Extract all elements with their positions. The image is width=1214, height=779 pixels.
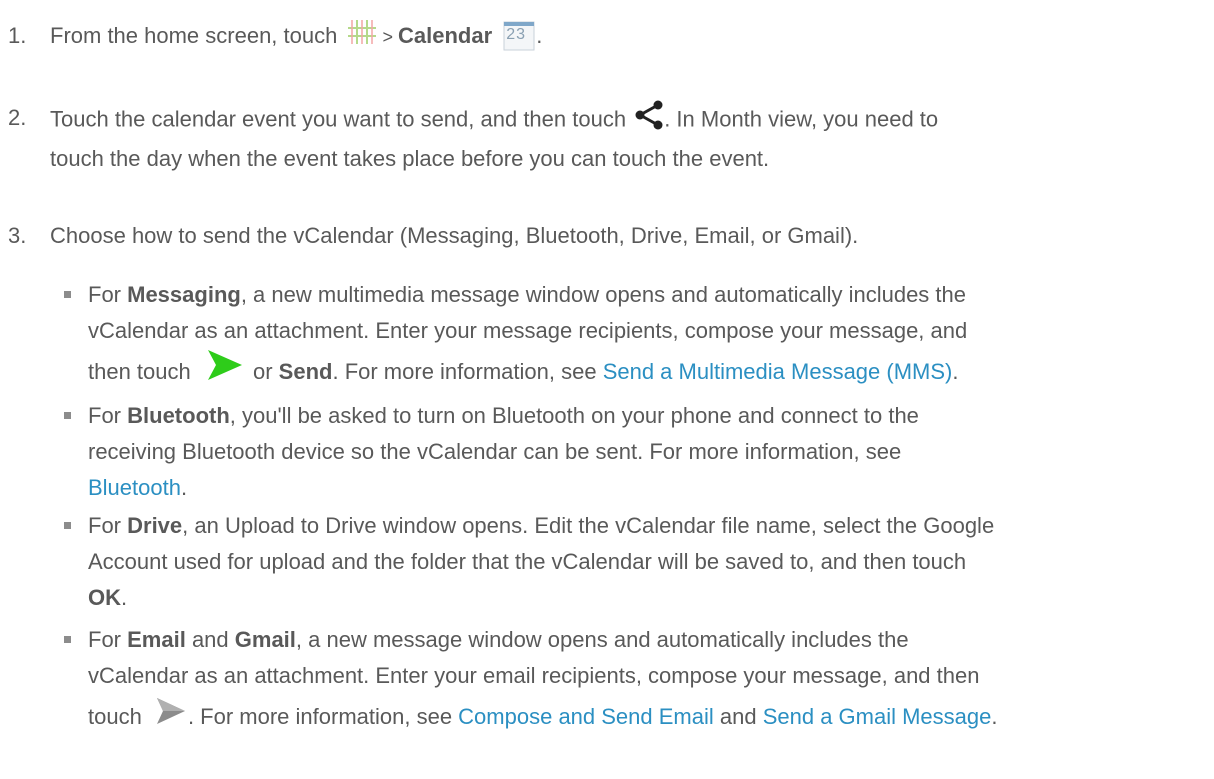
option-messaging: Messaging xyxy=(127,282,241,307)
step-number: 3. xyxy=(8,223,27,248)
bullet-text: . For more information, see xyxy=(332,359,603,384)
bullet-text: . xyxy=(952,359,959,384)
ok-label: OK xyxy=(88,585,121,610)
link-compose-send-email[interactable]: Compose and Send Email xyxy=(458,704,714,729)
bullet-text-line2: vCalendar as an attachment. Enter your m… xyxy=(88,318,968,343)
link-bluetooth[interactable]: Bluetooth xyxy=(88,475,181,500)
calendar-icon: 23 xyxy=(502,21,536,53)
bullet-text-line2: receiving Bluetooth device so the vCalen… xyxy=(88,439,902,464)
step-number: 1. xyxy=(8,23,27,48)
bullet-text: , you'll be asked to turn on Bluetooth o… xyxy=(229,403,919,428)
bullet-text: . xyxy=(991,704,998,729)
send-arrow-green-icon xyxy=(207,349,243,397)
step-2: 2. Touch the calendar event you want to … xyxy=(8,100,1188,177)
bullet-text: For xyxy=(88,282,128,307)
option-email: Email xyxy=(127,627,186,652)
bullet-text: then touch xyxy=(88,359,191,384)
calendar-label: Calendar xyxy=(398,23,493,48)
bullet-marker xyxy=(64,412,71,419)
bullet-messaging: For Messaging, a new multimedia message … xyxy=(64,277,1198,397)
step-text: Choose how to send the vCalendar (Messag… xyxy=(50,223,859,248)
bullet-text: . xyxy=(180,475,188,500)
bullet-text: , a new multimedia message window opens … xyxy=(240,282,967,307)
step-text: From the home screen, touch xyxy=(50,23,338,48)
bullet-text-line3: then touch or Send. For more information… xyxy=(88,349,1198,397)
bullet-text: For xyxy=(88,403,128,428)
step-number: 2. xyxy=(8,105,27,130)
bullet-email-gmail: For Email and Gmail, a new message windo… xyxy=(64,622,1198,741)
send-label: Send xyxy=(278,359,333,384)
bullet-text-line2: Account used for upload and the folder t… xyxy=(88,549,967,574)
bullet-text-line2: vCalendar as an attachment. Enter your e… xyxy=(88,663,980,688)
bullet-bluetooth: For Bluetooth, you'll be asked to turn o… xyxy=(64,398,1198,506)
bullet-text: . xyxy=(121,585,128,610)
step-1: 1. From the home screen, touch > Calenda… xyxy=(8,18,1188,56)
bullet-text: and xyxy=(713,704,763,729)
bullet-text-line3: OK. xyxy=(88,580,1198,616)
option-bluetooth: Bluetooth xyxy=(127,403,230,428)
calendar-day: 23 xyxy=(506,26,527,44)
bullet-text: touch xyxy=(88,704,142,729)
bullet-text: For xyxy=(88,627,128,652)
bullet-drive: For Drive, an Upload to Drive window ope… xyxy=(64,508,1198,616)
bullet-text: . For more information, see xyxy=(187,704,459,729)
bullet-text: , a new message window opens and automat… xyxy=(295,627,909,652)
link-send-gmail-message[interactable]: Send a Gmail Message xyxy=(763,704,992,729)
bullet-marker xyxy=(64,636,71,643)
option-drive: Drive xyxy=(127,513,183,538)
bullet-text-line3: touch . For more information, see Compos… xyxy=(88,694,1198,741)
apps-grid-icon xyxy=(347,19,377,56)
step-text-line2: touch the day when the event takes place… xyxy=(50,146,770,171)
bullet-text: and xyxy=(185,627,235,652)
bullet-text-line3: Bluetooth. xyxy=(88,470,1198,506)
step-text: Touch the calendar event you want to sen… xyxy=(50,106,627,132)
step-text-separator: > xyxy=(377,27,398,47)
bullet-marker xyxy=(64,522,71,529)
option-gmail: Gmail xyxy=(234,627,296,652)
link-send-mms[interactable]: Send a Multimedia Message (MMS) xyxy=(603,359,953,384)
bullet-marker xyxy=(64,291,71,298)
share-icon xyxy=(634,100,664,141)
step-text-cont: . In Month view, you need to xyxy=(664,106,939,132)
bullet-text: or xyxy=(246,359,279,384)
step-text-end: . xyxy=(536,23,543,48)
step-3: 3. Choose how to send the vCalendar (Mes… xyxy=(8,218,1188,254)
send-arrow-gray-icon xyxy=(156,695,186,741)
bullet-text: , an Upload to Drive window opens. Edit … xyxy=(182,513,995,538)
bullet-text: For xyxy=(88,513,128,538)
